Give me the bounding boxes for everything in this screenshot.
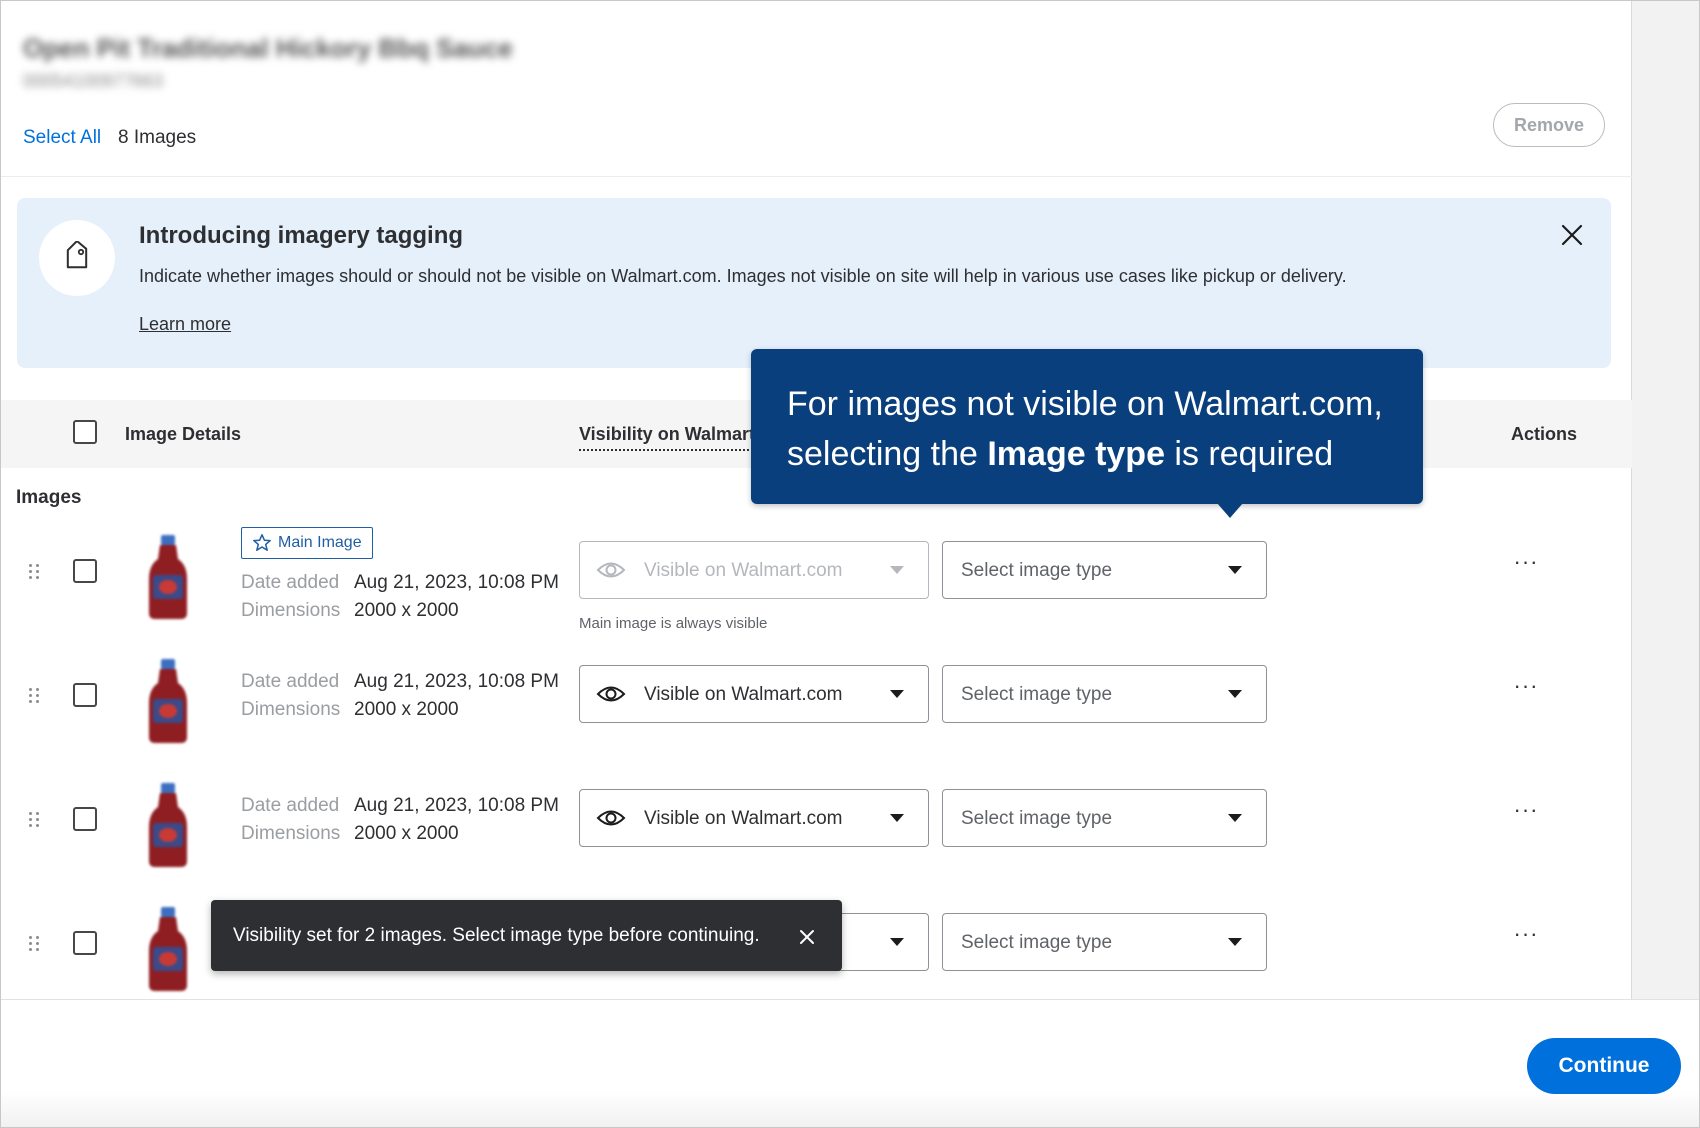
image-count: 8 Images — [118, 127, 197, 148]
drag-handle-icon[interactable] — [28, 811, 42, 829]
row-checkbox[interactable] — [73, 807, 97, 831]
image-type-placeholder: Select image type — [961, 684, 1113, 705]
product-thumbnail — [149, 659, 187, 743]
chevron-down-icon — [1228, 566, 1242, 574]
chevron-down-icon — [1228, 814, 1242, 822]
image-type-select[interactable]: Select image type — [942, 789, 1267, 847]
product-id: 00054100977663 — [23, 71, 164, 91]
date-added-value: Aug 21, 2023, 10:08 PM — [354, 795, 559, 816]
select-all-checkbox[interactable] — [73, 420, 97, 444]
main-image-helper-text: Main image is always visible — [579, 615, 768, 632]
continue-button[interactable]: Continue — [1527, 1038, 1681, 1094]
image-type-placeholder: Select image type — [961, 932, 1113, 953]
visibility-select-value: Visible on Walmart.com — [644, 560, 843, 581]
section-label-images: Images — [16, 487, 82, 508]
visibility-select[interactable]: Visible on Walmart.com — [579, 789, 929, 847]
toast-message: Visibility set for 2 images. Select imag… — [233, 925, 760, 946]
image-type-placeholder: Select image type — [961, 560, 1113, 581]
page-header: Open Pit Traditional Hickory Bbq Sauce 0… — [1, 1, 1632, 177]
dimensions-value: 2000 x 2000 — [354, 699, 459, 720]
eye-icon — [596, 810, 626, 826]
image-type-select[interactable]: Select image type — [942, 665, 1267, 723]
date-added-label: Date added — [241, 572, 340, 593]
chevron-down-icon — [890, 566, 904, 574]
star-icon — [253, 534, 271, 551]
product-thumbnail — [149, 535, 187, 619]
dimensions-label: Dimensions — [241, 699, 341, 720]
row-checkbox[interactable] — [73, 559, 97, 583]
more-actions-icon[interactable]: ··· — [1511, 551, 1541, 577]
close-icon[interactable] — [795, 925, 819, 949]
visibility-select-value: Visible on Walmart.com — [644, 808, 843, 829]
more-actions-icon[interactable]: ··· — [1511, 923, 1541, 949]
main-image-badge-label: Main Image — [278, 534, 362, 551]
row-checkbox[interactable] — [73, 931, 97, 955]
close-icon[interactable] — [1557, 220, 1587, 250]
row-checkbox[interactable] — [73, 683, 97, 707]
visibility-select: Visible on Walmart.com — [579, 541, 929, 599]
info-banner: Introducing imagery tagging Indicate whe… — [17, 198, 1611, 368]
table-row: Date added Aug 21, 2023, 10:08 PM Dimens… — [1, 775, 1632, 899]
remove-button[interactable]: Remove — [1493, 103, 1605, 147]
date-added-value: Aug 21, 2023, 10:08 PM — [354, 572, 559, 593]
dimensions-value: 2000 x 2000 — [354, 823, 459, 844]
image-type-placeholder: Select image type — [961, 808, 1113, 829]
tooltip-line-2-bold: Image type — [987, 435, 1165, 473]
table-row: Main Image Date added Aug 21, 2023, 10:0… — [1, 527, 1632, 651]
product-thumbnail — [149, 783, 187, 867]
chevron-down-icon — [1228, 938, 1242, 946]
tooltip-line-2-pre: selecting the — [787, 435, 988, 473]
date-added-label: Date added — [241, 795, 340, 816]
eye-icon — [596, 562, 626, 578]
learn-more-link[interactable]: Learn more — [139, 314, 231, 335]
toast-notification: Visibility set for 2 images. Select imag… — [211, 900, 842, 971]
visibility-select[interactable]: Visible on Walmart.com — [579, 665, 929, 723]
tooltip-arrow — [1217, 503, 1243, 518]
chevron-down-icon — [890, 938, 904, 946]
image-type-tooltip: For images not visible on Walmart.com, s… — [751, 349, 1423, 504]
banner-title: Introducing imagery tagging — [139, 222, 464, 249]
dimensions-label: Dimensions — [241, 600, 341, 621]
visibility-select-value: Visible on Walmart.com — [644, 684, 843, 705]
dimensions-label: Dimensions — [241, 823, 341, 844]
more-actions-icon[interactable]: ··· — [1511, 675, 1541, 701]
eye-icon — [596, 686, 626, 702]
header-actions: Actions — [1511, 424, 1578, 444]
vertical-scrollbar[interactable] — [1631, 1, 1699, 999]
more-actions-icon[interactable]: ··· — [1511, 799, 1541, 825]
chevron-down-icon — [1228, 690, 1242, 698]
product-title: Open Pit Traditional Hickory Bbq Sauce — [23, 33, 513, 63]
date-added-label: Date added — [241, 671, 340, 692]
tooltip-line-2: selecting the Image type is required — [787, 429, 1387, 479]
tag-icon — [39, 220, 115, 296]
banner-text: Indicate whether images should or should… — [139, 266, 1347, 286]
main-image-badge: Main Image — [241, 527, 373, 559]
tooltip-line-1: For images not visible on Walmart.com, — [787, 385, 1383, 423]
image-type-select[interactable]: Select image type — [942, 913, 1267, 971]
date-added-value: Aug 21, 2023, 10:08 PM — [354, 671, 559, 692]
chevron-down-icon — [890, 814, 904, 822]
drag-handle-icon[interactable] — [28, 935, 42, 953]
page-footer — [1, 999, 1699, 1127]
image-type-select[interactable]: Select image type — [942, 541, 1267, 599]
tooltip-line-2-post: is required — [1164, 435, 1334, 473]
drag-handle-icon[interactable] — [28, 687, 42, 705]
table-row: Date added Aug 21, 2023, 10:08 PM Dimens… — [1, 651, 1632, 775]
drag-handle-icon[interactable] — [28, 563, 42, 581]
header-image-details: Image Details — [125, 424, 242, 444]
dimensions-value: 2000 x 2000 — [354, 600, 459, 621]
app-window: Open Pit Traditional Hickory Bbq Sauce 0… — [0, 0, 1700, 1128]
select-all-link[interactable]: Select All — [23, 127, 101, 149]
chevron-down-icon — [890, 690, 904, 698]
product-thumbnail — [149, 907, 187, 991]
